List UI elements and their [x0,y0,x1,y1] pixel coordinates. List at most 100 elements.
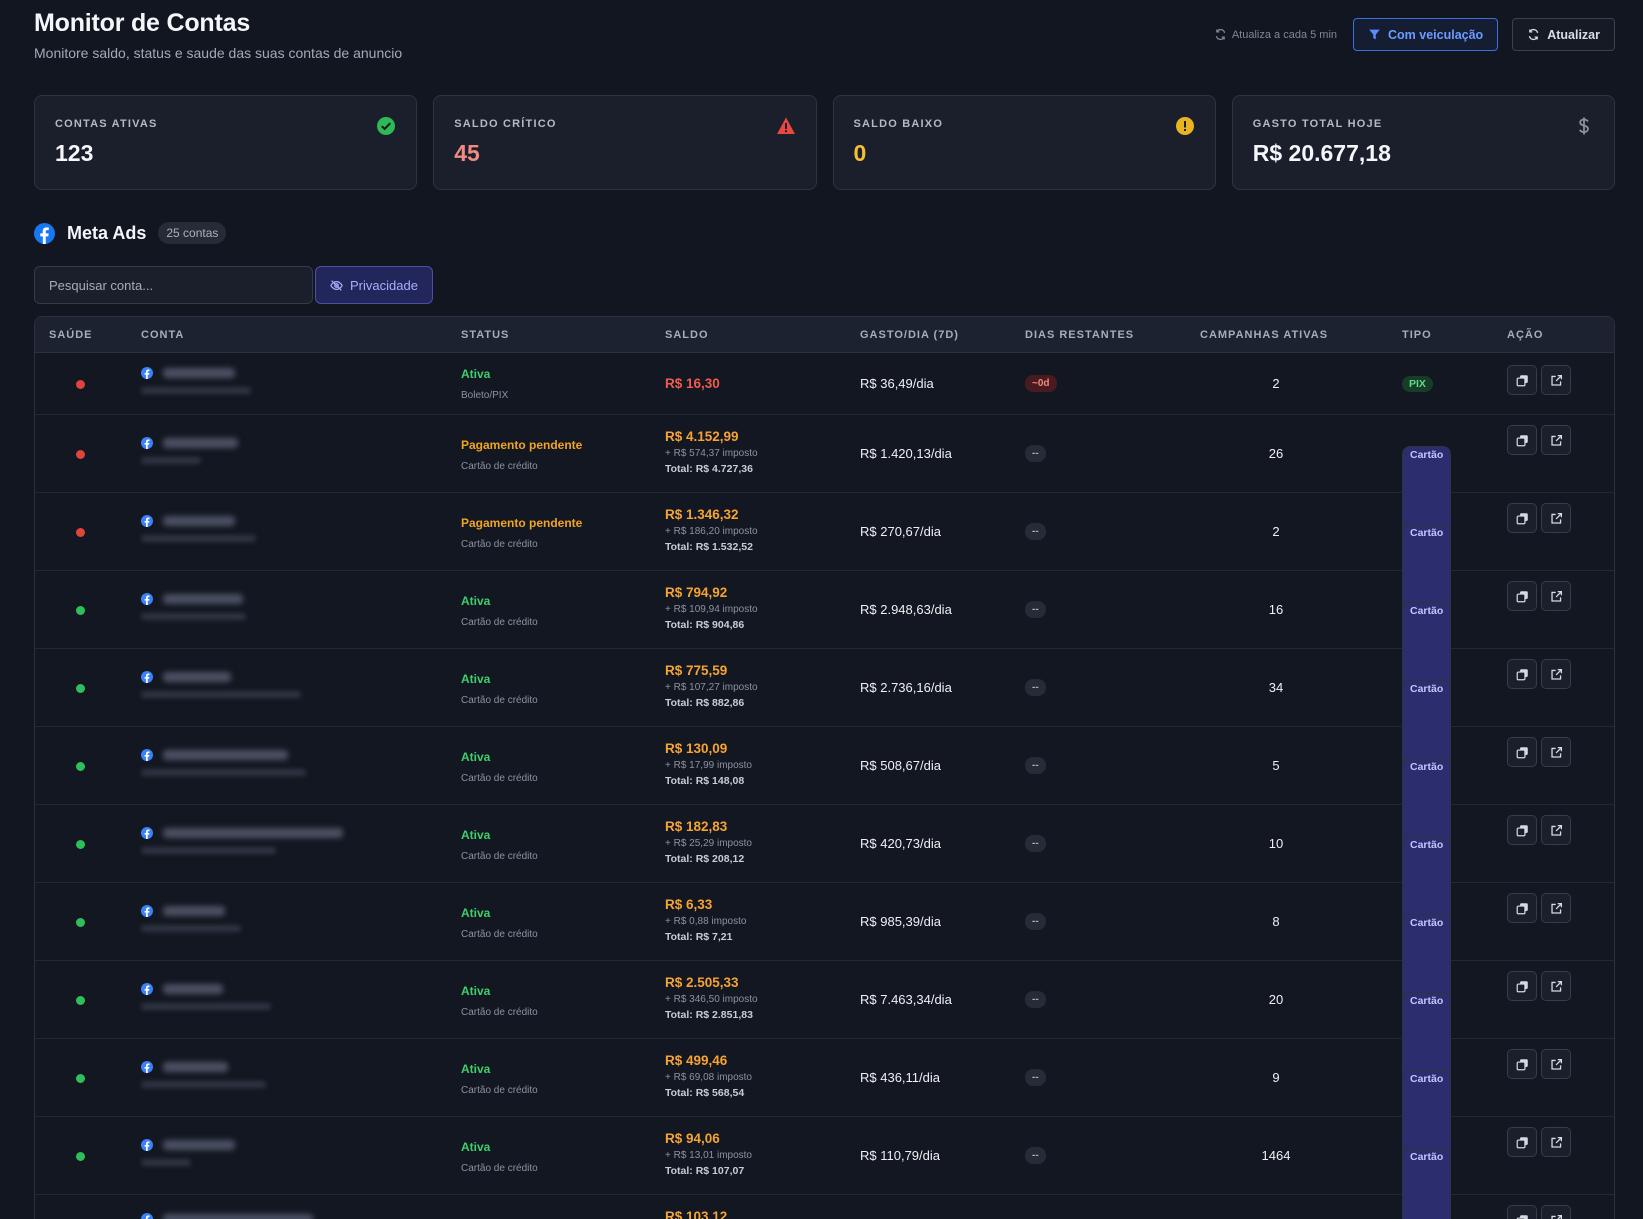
spend-per-day: R$ 36,49/dia [860,376,934,391]
status-cell: Pagamento pendente Cartão de crédito [461,438,582,472]
open-external-button[interactable] [1541,815,1571,845]
account-cell[interactable] [141,437,238,464]
open-external-button[interactable] [1541,365,1571,395]
dollar-icon [1579,117,1589,135]
balance-cell: R$ 103,12 [665,1209,727,1219]
external-link-icon [1550,434,1562,446]
account-cell[interactable] [141,671,301,698]
copy-account-button[interactable] [1507,1049,1537,1079]
health-indicator [76,762,85,771]
balance-value: R$ 4.152,99 [665,429,739,444]
account-name-redacted [163,750,288,760]
refresh-label: Atualizar [1547,27,1600,42]
payment-method: Cartão de crédito [461,773,538,784]
health-indicator [76,606,85,615]
account-name-redacted [163,594,243,604]
refresh-small-icon [1215,29,1226,40]
active-campaigns-count: 5 [1272,758,1280,773]
balance-tax: + R$ 0,88 imposto [665,916,747,927]
copy-account-button[interactable] [1507,425,1537,455]
page: Monitor de Contas Monitore saldo, status… [34,0,1615,1219]
payment-method: Cartão de crédito [461,617,538,628]
status-label: Ativa [461,828,491,842]
card-low-balance: SALDO BAIXO 0 [832,95,1216,190]
table-row: Ativa Cartão de crédito R$ 6,33 + R$ 0,8… [35,883,1614,1009]
account-cell[interactable] [141,749,306,776]
account-name-redacted [163,438,238,448]
account-cell[interactable] [141,905,241,932]
account-name-redacted [163,1140,235,1150]
account-cell[interactable] [141,983,271,1010]
copy-account-button[interactable] [1507,581,1537,611]
copy-account-button[interactable] [1507,503,1537,533]
copy-account-button[interactable] [1507,737,1537,767]
active-campaigns-count: 8 [1272,914,1280,929]
spend-per-day: R$ 2.736,16/dia [860,680,952,695]
header-account: CONTA [141,329,185,341]
copy-account-button[interactable] [1507,893,1537,923]
facebook-icon [141,515,153,527]
open-external-button[interactable] [1541,971,1571,1001]
days-remaining-badge: -- [1025,757,1046,774]
open-external-button[interactable] [1541,1127,1571,1157]
refresh-button[interactable]: Atualizar [1512,18,1615,51]
filter-icon [1369,29,1380,40]
account-name-redacted [163,516,235,526]
external-link-icon [1550,824,1562,836]
copy-account-button[interactable] [1507,1127,1537,1157]
privacy-toggle-button[interactable]: Privacidade [315,266,433,304]
external-link-icon [1550,512,1562,524]
spend-per-day: R$ 110,79/dia [860,1148,940,1163]
spend-per-day: R$ 270,67/dia [860,524,941,539]
open-external-button[interactable] [1541,425,1571,455]
payment-method: Cartão de crédito [461,461,538,472]
open-external-button[interactable] [1541,737,1571,767]
balance-cell: R$ 4.152,99 + R$ 574,37 imposto Total: R… [665,429,758,475]
open-external-button[interactable] [1541,893,1571,923]
open-external-button[interactable] [1541,581,1571,611]
open-external-button[interactable] [1541,503,1571,533]
days-remaining-badge: -- [1025,835,1046,852]
balance-cell: R$ 130,09 + R$ 17,99 imposto Total: R$ 1… [665,741,752,787]
health-indicator [76,380,85,389]
account-cell[interactable] [141,367,251,394]
search-input[interactable] [34,266,313,304]
copy-icon [1516,512,1528,524]
card-label: SALDO BAIXO [853,118,944,130]
account-count-badge: 25 contas [158,222,227,244]
search-row: Privacidade [34,266,433,304]
account-cell[interactable] [141,593,246,620]
open-external-button[interactable] [1541,659,1571,689]
balance-total: Total: R$ 7,21 [665,931,733,943]
status-cell: Ativa Cartão de crédito [461,906,538,940]
copy-account-button[interactable] [1507,815,1537,845]
copy-account-button[interactable] [1507,659,1537,689]
page-subtitle: Monitore saldo, status e saude das suas … [34,45,403,61]
account-cell[interactable] [141,1213,313,1219]
health-indicator [76,1074,85,1083]
status-label: Ativa [461,594,491,608]
copy-icon [1516,1214,1528,1219]
copy-icon [1516,434,1528,446]
account-cell[interactable] [141,827,343,854]
account-id-redacted [141,691,301,698]
account-name-redacted [163,368,235,378]
account-cell[interactable] [141,1139,235,1166]
balance-value: R$ 775,59 [665,663,728,678]
open-external-button[interactable] [1541,1205,1571,1219]
balance-total: Total: R$ 208,12 [665,853,745,865]
copy-account-button[interactable] [1507,365,1537,395]
check-circle-icon [377,117,396,135]
health-indicator [76,996,85,1005]
copy-account-button[interactable] [1507,1205,1537,1219]
table-body: Ativa Boleto/PIX R$ 16,30 R$ 36,49/dia ~0… [35,353,1614,1219]
status-cell: Ativa Cartão de crédito [461,1140,538,1174]
balance-tax: + R$ 13,01 imposto [665,1150,752,1161]
filter-active-button[interactable]: Com veiculação [1353,18,1499,51]
card-label: CONTAS ATIVAS [55,118,158,130]
open-external-button[interactable] [1541,1049,1571,1079]
account-cell[interactable] [141,1061,266,1088]
copy-account-button[interactable] [1507,971,1537,1001]
status-cell: Ativa Boleto/PIX [461,367,508,401]
account-cell[interactable] [141,515,256,542]
